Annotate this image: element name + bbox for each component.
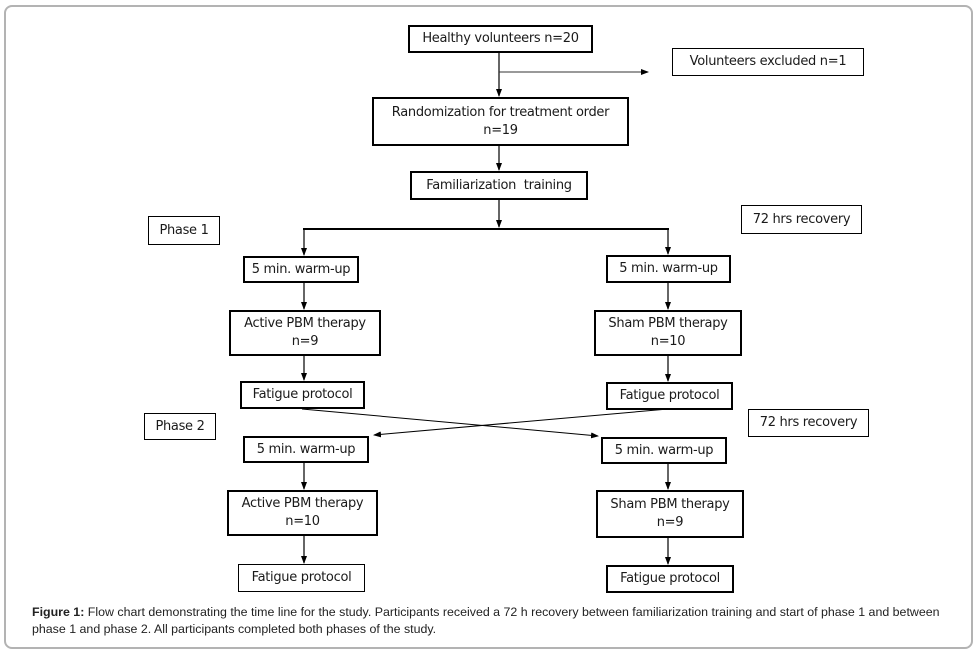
node-volunteers-excluded: Volunteers excluded n=1 [672,48,864,76]
node-p1-left-fatigue: Fatigue protocol [240,381,365,409]
node-text: Active PBM therapy [241,496,364,511]
node-text: Familiarization training [426,177,572,193]
node-p2-left-fatigue: Fatigue protocol [238,564,365,592]
node-p2-right-fatigue: Fatigue protocol [606,565,734,593]
node-count: n=10 [285,514,320,529]
recovery-label-2: 72 hrs recovery [748,409,869,437]
figure-caption: Figure 1: Flow chart demonstrating the t… [32,604,962,638]
node-text: Fatigue protocol [619,388,720,403]
node-text: Fatigue protocol [252,387,353,402]
node-text: Sham PBM therapy [610,497,730,512]
node-text: Randomization for treatment order [391,104,610,120]
node-healthy-volunteers: Healthy volunteers n=20 [408,25,593,53]
node-text: 72 hrs recovery [752,211,851,227]
node-text: Phase 2 [155,418,205,434]
node-text: Volunteers excluded n=1 [689,54,847,69]
node-count: n=9 [656,515,684,530]
node-p1-left-warmup: 5 min. warm-up [243,256,359,283]
caption-label: Figure 1: [32,605,85,619]
edge-crossover-right-to-left [373,408,669,438]
node-count: n=9 [291,334,319,349]
phase-2-label: Phase 2 [144,413,216,440]
node-text: Fatigue protocol [251,570,352,585]
node-text: Active PBM therapy [244,316,366,331]
caption-text: Flow chart demonstrating the time line f… [32,605,940,636]
node-text: 5 min. warm-up [619,261,718,276]
phase-1-label: Phase 1 [148,216,220,245]
node-count: n=10 [650,334,686,349]
node-p2-right-warmup: 5 min. warm-up [601,437,727,464]
node-p2-active-pbm: Active PBM therapy n=10 [227,490,378,536]
edge-crossover-left-to-right [301,408,599,439]
node-p1-right-fatigue: Fatigue protocol [606,382,733,410]
node-text: 5 min. warm-up [251,261,351,277]
node-text: 72 hrs recovery [759,415,858,430]
node-p1-right-warmup: 5 min. warm-up [606,255,731,283]
node-count: n=19 [483,122,518,138]
node-text: 5 min. warm-up [614,442,714,458]
node-p2-left-warmup: 5 min. warm-up [243,436,369,463]
node-familiarization-training: Familiarization training [410,171,588,200]
node-p1-active-pbm: Active PBM therapy n=9 [229,310,381,356]
node-text: 5 min. warm-up [256,441,356,457]
node-text: Healthy volunteers n=20 [422,31,579,46]
node-p1-sham-pbm: Sham PBM therapy n=10 [594,310,742,356]
node-randomization: Randomization for treatment order n=19 [372,97,629,146]
recovery-label-1: 72 hrs recovery [741,205,862,234]
node-p2-sham-pbm: Sham PBM therapy n=9 [596,490,744,538]
node-text: Sham PBM therapy [608,316,728,331]
node-text: Fatigue protocol [620,571,720,586]
node-text: Phase 1 [159,222,209,238]
